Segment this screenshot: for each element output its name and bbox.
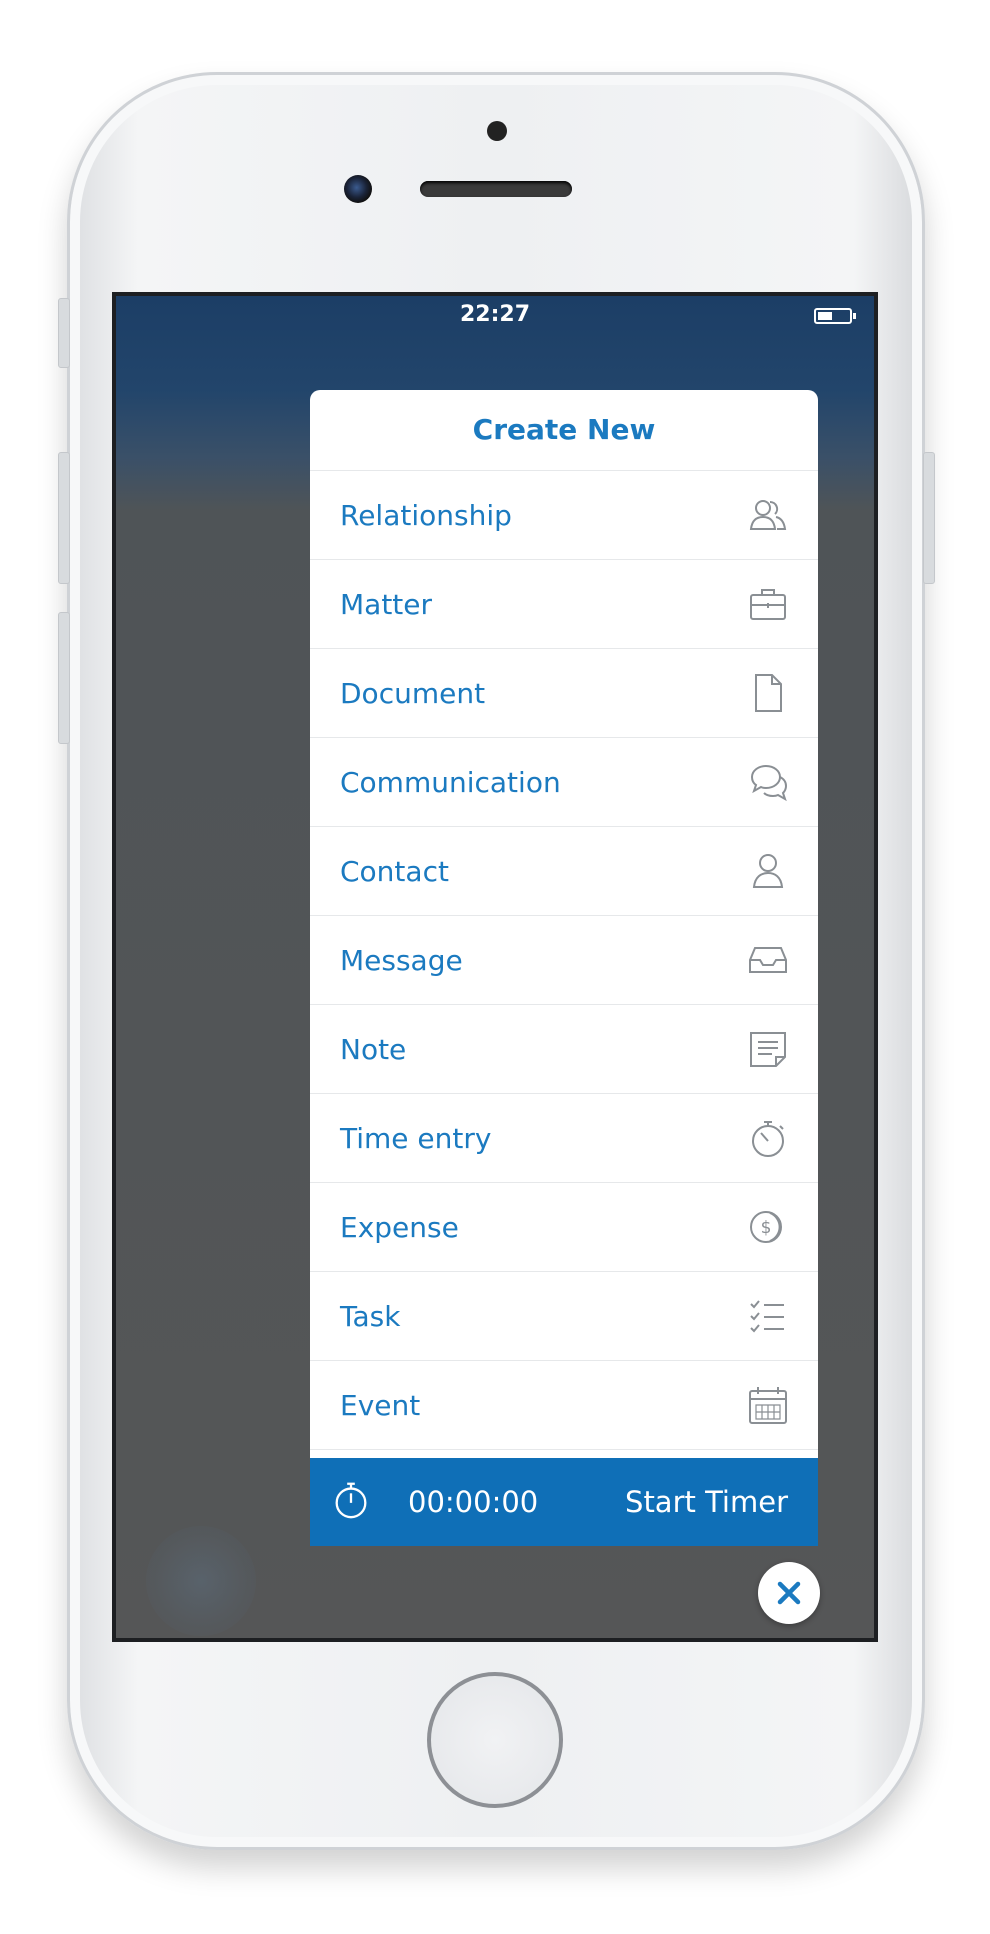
menu-item-label: Contact <box>340 854 449 888</box>
dollar-coin-icon: $ <box>746 1205 790 1249</box>
timer-bar: 00:00:00 Start Timer <box>310 1458 818 1546</box>
menu-item-document[interactable]: Document <box>310 649 818 738</box>
menu-item-label: Communication <box>340 765 561 799</box>
menu-item-expense[interactable]: Expense $ <box>310 1183 818 1272</box>
menu-item-matter[interactable]: Matter <box>310 560 818 649</box>
menu-item-label: Relationship <box>340 498 512 532</box>
background-avatar <box>146 1526 256 1636</box>
start-timer-button[interactable]: Start Timer <box>625 1485 788 1519</box>
timer-value: 00:00:00 <box>408 1485 539 1519</box>
menu-item-label: Document <box>340 676 486 710</box>
inbox-icon <box>746 938 790 982</box>
power-button <box>923 452 935 584</box>
menu-item-label: Task <box>340 1299 401 1333</box>
status-bar-time: 22:27 <box>459 302 531 327</box>
menu-item-label: Time entry <box>340 1121 492 1155</box>
checklist-icon <box>746 1294 790 1338</box>
menu-item-label: Matter <box>340 587 433 621</box>
menu-item-event[interactable]: Event <box>310 1361 818 1450</box>
people-icon <box>746 493 790 537</box>
volume-up-button <box>58 452 70 584</box>
mute-switch <box>58 298 70 368</box>
menu-item-label: Note <box>340 1032 407 1066</box>
create-new-menu: Create New Relationship Matter Document … <box>310 390 818 1546</box>
menu-item-label: Event <box>340 1388 421 1422</box>
menu-item-label: Message <box>340 943 463 977</box>
document-icon <box>746 671 790 715</box>
earpiece-speaker <box>420 181 572 197</box>
front-camera <box>344 175 372 203</box>
note-icon <box>746 1027 790 1071</box>
stopwatch-icon <box>330 1479 372 1525</box>
menu-item-label: Expense <box>340 1210 459 1244</box>
calendar-icon <box>746 1383 790 1427</box>
menu-item-time-entry[interactable]: Time entry <box>310 1094 818 1183</box>
menu-item-contact[interactable]: Contact <box>310 827 818 916</box>
menu-item-message[interactable]: Message <box>310 916 818 1005</box>
menu-item-relationship[interactable]: Relationship <box>310 471 818 560</box>
stopwatch-icon <box>746 1116 790 1160</box>
close-icon <box>777 1581 801 1605</box>
battery-icon <box>814 308 856 324</box>
menu-item-task[interactable]: Task <box>310 1272 818 1361</box>
chat-bubbles-icon <box>746 760 790 804</box>
home-button[interactable] <box>427 1672 563 1808</box>
menu-title: Create New <box>310 390 818 471</box>
proximity-sensor <box>487 121 507 141</box>
person-icon <box>746 849 790 893</box>
svg-text:$: $ <box>761 1218 772 1238</box>
menu-item-communication[interactable]: Communication <box>310 738 818 827</box>
menu-item-note[interactable]: Note <box>310 1005 818 1094</box>
close-button[interactable] <box>758 1562 820 1624</box>
volume-down-button <box>58 612 70 744</box>
briefcase-icon <box>746 582 790 626</box>
